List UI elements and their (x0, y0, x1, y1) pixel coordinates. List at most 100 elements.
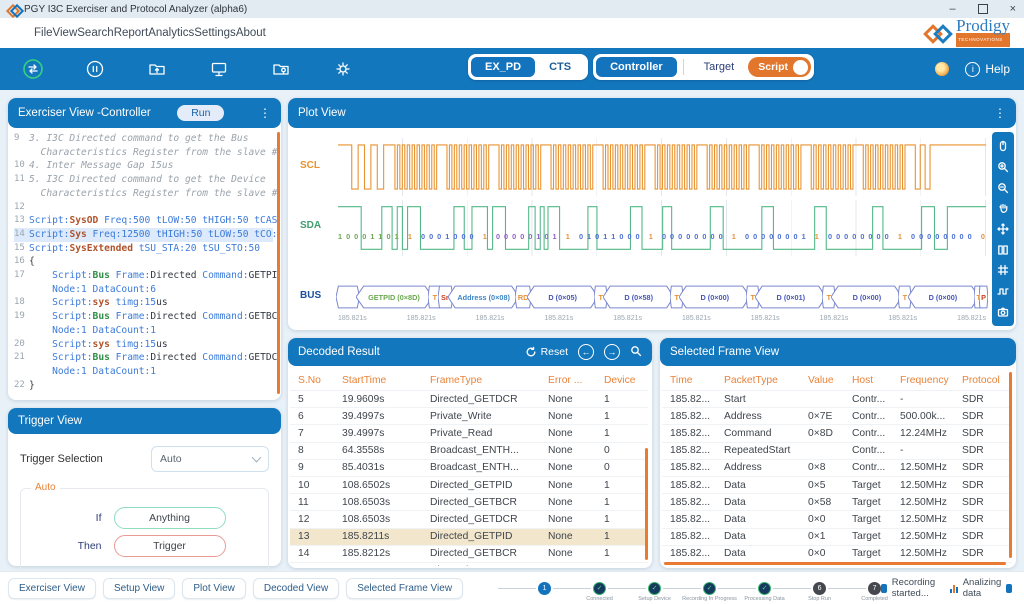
table-row[interactable]: 864.3558sBroadcast_ENTH...None0 (290, 443, 648, 460)
table-row[interactable]: 13185.8211sDirected_GETPIDNone1 (290, 529, 648, 546)
snapshot-camera-icon[interactable] (997, 305, 1010, 318)
reset-button[interactable]: Reset (525, 346, 568, 358)
move-icon[interactable] (997, 222, 1010, 235)
folder-location-icon[interactable] (270, 58, 292, 80)
compare-panels-icon[interactable] (997, 243, 1010, 256)
selected-frame-vscrollbar[interactable] (1009, 372, 1012, 558)
pause-icon[interactable] (84, 58, 106, 80)
table-row[interactable]: 639.4997sPrivate_WriteNone1 (290, 408, 648, 425)
settings-icon[interactable] (332, 58, 354, 80)
then-action-button[interactable]: Trigger (114, 535, 226, 557)
role-tab-target[interactable]: Target (690, 57, 749, 77)
search-icon[interactable] (630, 345, 642, 360)
bus-frame[interactable]: D (0×05) (527, 284, 598, 310)
bus-frame[interactable]: D (0×58) (603, 284, 674, 310)
cursor-icon[interactable] (997, 140, 1010, 153)
bus-frame[interactable]: D (0×00) (679, 284, 750, 310)
view-tab[interactable]: Exerciser View (8, 578, 96, 599)
bus-frame[interactable]: D (0×00) (831, 284, 902, 310)
table-cell: 8 (290, 445, 334, 456)
bit-group: 1 (408, 232, 413, 241)
table-cell: 15 (290, 565, 334, 566)
menu-item[interactable]: Analytics (148, 27, 194, 39)
table-row[interactable]: 185.82...Address0×7EContr...500.00k...SD… (662, 408, 1012, 425)
next-frame-icon[interactable]: → (604, 344, 620, 360)
view-tab[interactable]: Setup View (103, 578, 175, 599)
column-header: Time (662, 375, 716, 386)
exerciser-run-icon[interactable] (22, 58, 44, 80)
decoded-scrollbar[interactable] (645, 448, 648, 560)
bus-frame[interactable]: D (0×01) (755, 284, 826, 310)
view-tab[interactable]: Plot View (182, 578, 246, 599)
waveform-area[interactable]: SCL SDA BUS 1 0 0 0 1 1 0 110 0 0 1 0 0 … (288, 128, 1016, 330)
code-line: 19 Script:Bus Frame:Directed Command:GET… (14, 310, 273, 324)
view-tab[interactable]: Decoded View (253, 578, 339, 599)
script-editor[interactable]: 9 3. I3C Directed command to get the Bus… (10, 130, 279, 398)
pan-hand-icon[interactable] (997, 202, 1010, 215)
table-row[interactable]: 739.4997sPrivate_ReadNone1 (290, 425, 648, 442)
line-number (14, 146, 29, 160)
column-header: Error ... (540, 375, 596, 386)
kebab-menu-icon[interactable]: ⋮ (259, 106, 271, 120)
table-cell: 0 (596, 445, 644, 456)
table-row[interactable]: 15185.8212sDirected_GETDCRNone1 (290, 563, 648, 566)
menu-item[interactable]: View (53, 27, 78, 39)
menu-item[interactable]: Settings (194, 27, 236, 39)
menu-item[interactable]: About (236, 27, 266, 39)
table-row[interactable]: 12108.6503sDirected_GETDCRNone1 (290, 511, 648, 528)
help-button[interactable]: iHelp (965, 62, 1010, 77)
table-row[interactable]: 10108.6502sDirected_GETPIDNone1 (290, 477, 648, 494)
if-condition-button[interactable]: Anything (114, 507, 226, 529)
code-line: 20 Script:sys timg:15us (14, 338, 273, 352)
maximize-button[interactable] (978, 4, 988, 14)
display-icon[interactable] (208, 58, 230, 80)
role-tab-controller[interactable]: Controller (596, 57, 677, 77)
menu-item[interactable]: Report (114, 27, 149, 39)
exerciser-panel-header: Exerciser View -Controller Run ⋮ (8, 98, 281, 128)
table-cell: 10 (290, 480, 334, 491)
view-tab[interactable]: Selected Frame View (346, 578, 463, 599)
open-file-icon[interactable] (146, 58, 168, 80)
table-row[interactable]: 185.82...RepeatedStartContr...-SDR (662, 443, 1012, 460)
table-cell: 7 (290, 428, 334, 439)
table-row[interactable]: 185.82...Data0×58Target12.50MHzSDR (662, 494, 1012, 511)
table-row[interactable]: 185.82...StartContr...-SDR (662, 391, 1012, 408)
bus-frame[interactable]: P (979, 284, 988, 310)
table-row[interactable]: 185.82...Command0×8DContr...12.24MHzSDR (662, 425, 1012, 442)
table-row[interactable]: 185.82...Data0×1Target12.50MHzSDR (662, 529, 1012, 546)
table-row[interactable]: 11108.6503sDirected_GETBCRNone1 (290, 494, 648, 511)
exerciser-view-panel: Exerciser View -Controller Run ⋮ 9 3. I3… (8, 98, 281, 400)
table-row[interactable]: 185.82...Address0×8Contr...12.50MHzSDR (662, 460, 1012, 477)
menu-item[interactable]: Search (77, 27, 113, 39)
code-line: 11 5. I3C Directed command to get the De… (14, 173, 273, 187)
kebab-menu-icon[interactable]: ⋮ (994, 106, 1006, 120)
bus-frame[interactable]: D (0×00) (908, 284, 979, 310)
trigger-selection-dropdown[interactable]: Auto (151, 446, 269, 472)
script-toggle[interactable]: Script (748, 57, 811, 77)
zoom-out-icon[interactable] (997, 181, 1010, 194)
zoom-in-icon[interactable] (997, 160, 1010, 173)
table-cell: 12.50MHz (892, 531, 954, 542)
grid-icon[interactable] (997, 264, 1010, 277)
theme-icon[interactable] (935, 62, 949, 76)
bus-frame[interactable]: Address (0×08) (448, 284, 519, 310)
table-row[interactable]: 14185.8212sDirected_GETBCRNone1 (290, 546, 648, 563)
table-row[interactable]: 519.9609sDirected_GETDCRNone1 (290, 391, 648, 408)
selected-frame-hscrollbar[interactable] (664, 562, 1006, 565)
run-button[interactable]: Run (177, 105, 224, 121)
bus-frame[interactable]: GETPID (0×8D) (356, 284, 433, 310)
minimize-button[interactable]: – (949, 3, 955, 15)
table-row[interactable]: 185.82...Data0×0Target12.50MHzSDR (662, 546, 1012, 563)
signal-chart-icon[interactable] (997, 284, 1010, 297)
table-row[interactable]: 185.82...Data0×5Target12.50MHzSDR (662, 477, 1012, 494)
prev-frame-icon[interactable]: ← (578, 344, 594, 360)
mode-tab[interactable]: CTS (535, 57, 585, 77)
menu-item[interactable]: File (34, 27, 53, 39)
table-row[interactable]: 185.82...Data0×0Target12.50MHzSDR (662, 511, 1012, 528)
table-row[interactable]: 985.4031sBroadcast_ENTH...None0 (290, 460, 648, 477)
table-cell: Target (844, 531, 892, 542)
close-button[interactable]: × (1010, 3, 1016, 15)
mode-tab[interactable]: EX_PD (471, 57, 535, 77)
code-scrollbar[interactable] (277, 132, 280, 394)
timestamp: 185.821s (957, 315, 986, 322)
